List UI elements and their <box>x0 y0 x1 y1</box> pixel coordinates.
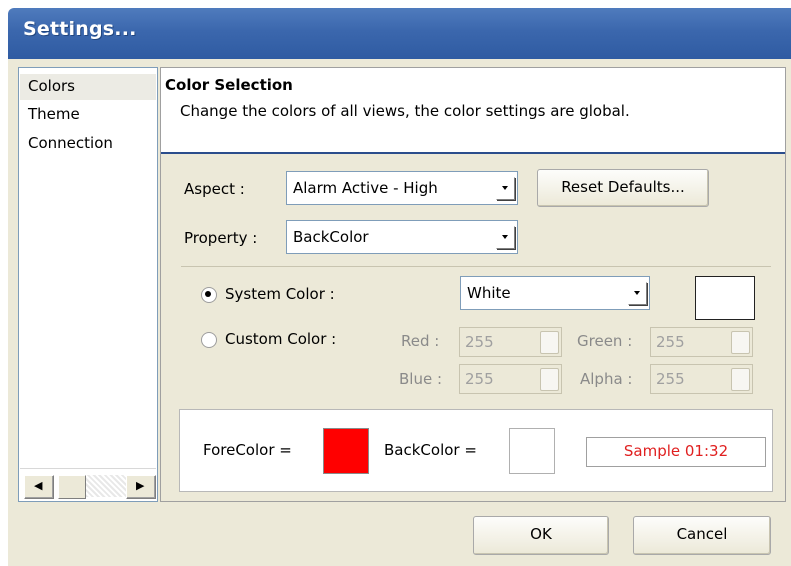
property-label: Property : <box>184 229 258 247</box>
property-value: BackColor <box>293 228 369 246</box>
reset-defaults-label: Reset Defaults... <box>561 178 685 196</box>
nav-item-connection[interactable]: Connection <box>28 134 113 152</box>
blue-value: 255 <box>465 370 494 388</box>
reset-defaults-button[interactable]: Reset Defaults... <box>537 169 709 207</box>
nav-item-colors[interactable]: Colors <box>28 77 75 95</box>
spin-button[interactable] <box>731 331 750 354</box>
color-settings-panel: Color Selection Change the colors of all… <box>160 67 786 502</box>
alpha-value: 255 <box>656 370 685 388</box>
system-color-select[interactable]: White <box>460 276 650 310</box>
blue-label: Blue : <box>399 370 443 388</box>
custom-color-label: Custom Color : <box>225 330 337 348</box>
chevron-down-icon[interactable] <box>496 177 515 200</box>
scroll-thumb[interactable] <box>58 475 86 499</box>
forecolor-label: ForeColor = <box>203 441 292 459</box>
forecolor-swatch <box>323 428 369 474</box>
cancel-label: Cancel <box>676 525 728 543</box>
panel-title: Color Selection <box>165 76 293 94</box>
aspect-label: Aspect : <box>184 180 245 198</box>
system-color-label: System Color : <box>225 285 335 303</box>
sample-text: Sample 01:32 <box>623 442 729 460</box>
red-value: 255 <box>465 333 494 351</box>
chevron-down-icon[interactable] <box>628 282 647 305</box>
red-spinner[interactable]: 255 <box>459 327 562 357</box>
alpha-label: Alpha : <box>580 370 633 388</box>
nav-item-theme[interactable]: Theme <box>28 105 80 123</box>
aspect-value: Alarm Active - High <box>293 179 438 197</box>
chevron-down-icon[interactable] <box>496 226 515 249</box>
system-color-value: White <box>467 284 511 302</box>
scroll-right-button[interactable]: ▶ <box>126 475 156 499</box>
property-select[interactable]: BackColor <box>286 220 518 254</box>
scroll-left-button[interactable]: ◀ <box>24 475 54 499</box>
spin-button[interactable] <box>731 368 750 391</box>
section-divider <box>181 266 771 267</box>
red-label: Red : <box>401 332 440 350</box>
spin-button[interactable] <box>540 331 559 354</box>
arrow-right-icon: ▶ <box>136 479 145 492</box>
custom-color-radio[interactable] <box>201 332 217 348</box>
window-title: Settings... <box>23 18 137 40</box>
horizontal-scrollbar[interactable]: ◀ ▶ <box>20 468 156 501</box>
aspect-select[interactable]: Alarm Active - High <box>286 171 518 205</box>
scroll-track[interactable] <box>86 475 126 497</box>
arrow-left-icon: ◀ <box>34 479 43 492</box>
settings-nav-list[interactable]: Colors Theme Connection ◀ ▶ <box>18 67 158 502</box>
ok-button[interactable]: OK <box>473 516 609 555</box>
spin-button[interactable] <box>540 368 559 391</box>
panel-subtitle: Change the colors of all views, the colo… <box>180 102 630 120</box>
sample-text-preview: Sample 01:32 <box>586 437 766 467</box>
backcolor-swatch <box>509 428 555 474</box>
green-value: 255 <box>656 333 685 351</box>
alpha-spinner[interactable]: 255 <box>650 364 753 394</box>
blue-spinner[interactable]: 255 <box>459 364 562 394</box>
ok-label: OK <box>530 525 552 543</box>
green-label: Green : <box>577 332 633 350</box>
green-spinner[interactable]: 255 <box>650 327 753 357</box>
system-color-swatch <box>695 276 755 320</box>
panel-header: Color Selection Change the colors of all… <box>161 68 785 154</box>
backcolor-label: BackColor = <box>384 441 477 459</box>
cancel-button[interactable]: Cancel <box>633 516 771 555</box>
system-color-radio[interactable] <box>201 287 217 303</box>
